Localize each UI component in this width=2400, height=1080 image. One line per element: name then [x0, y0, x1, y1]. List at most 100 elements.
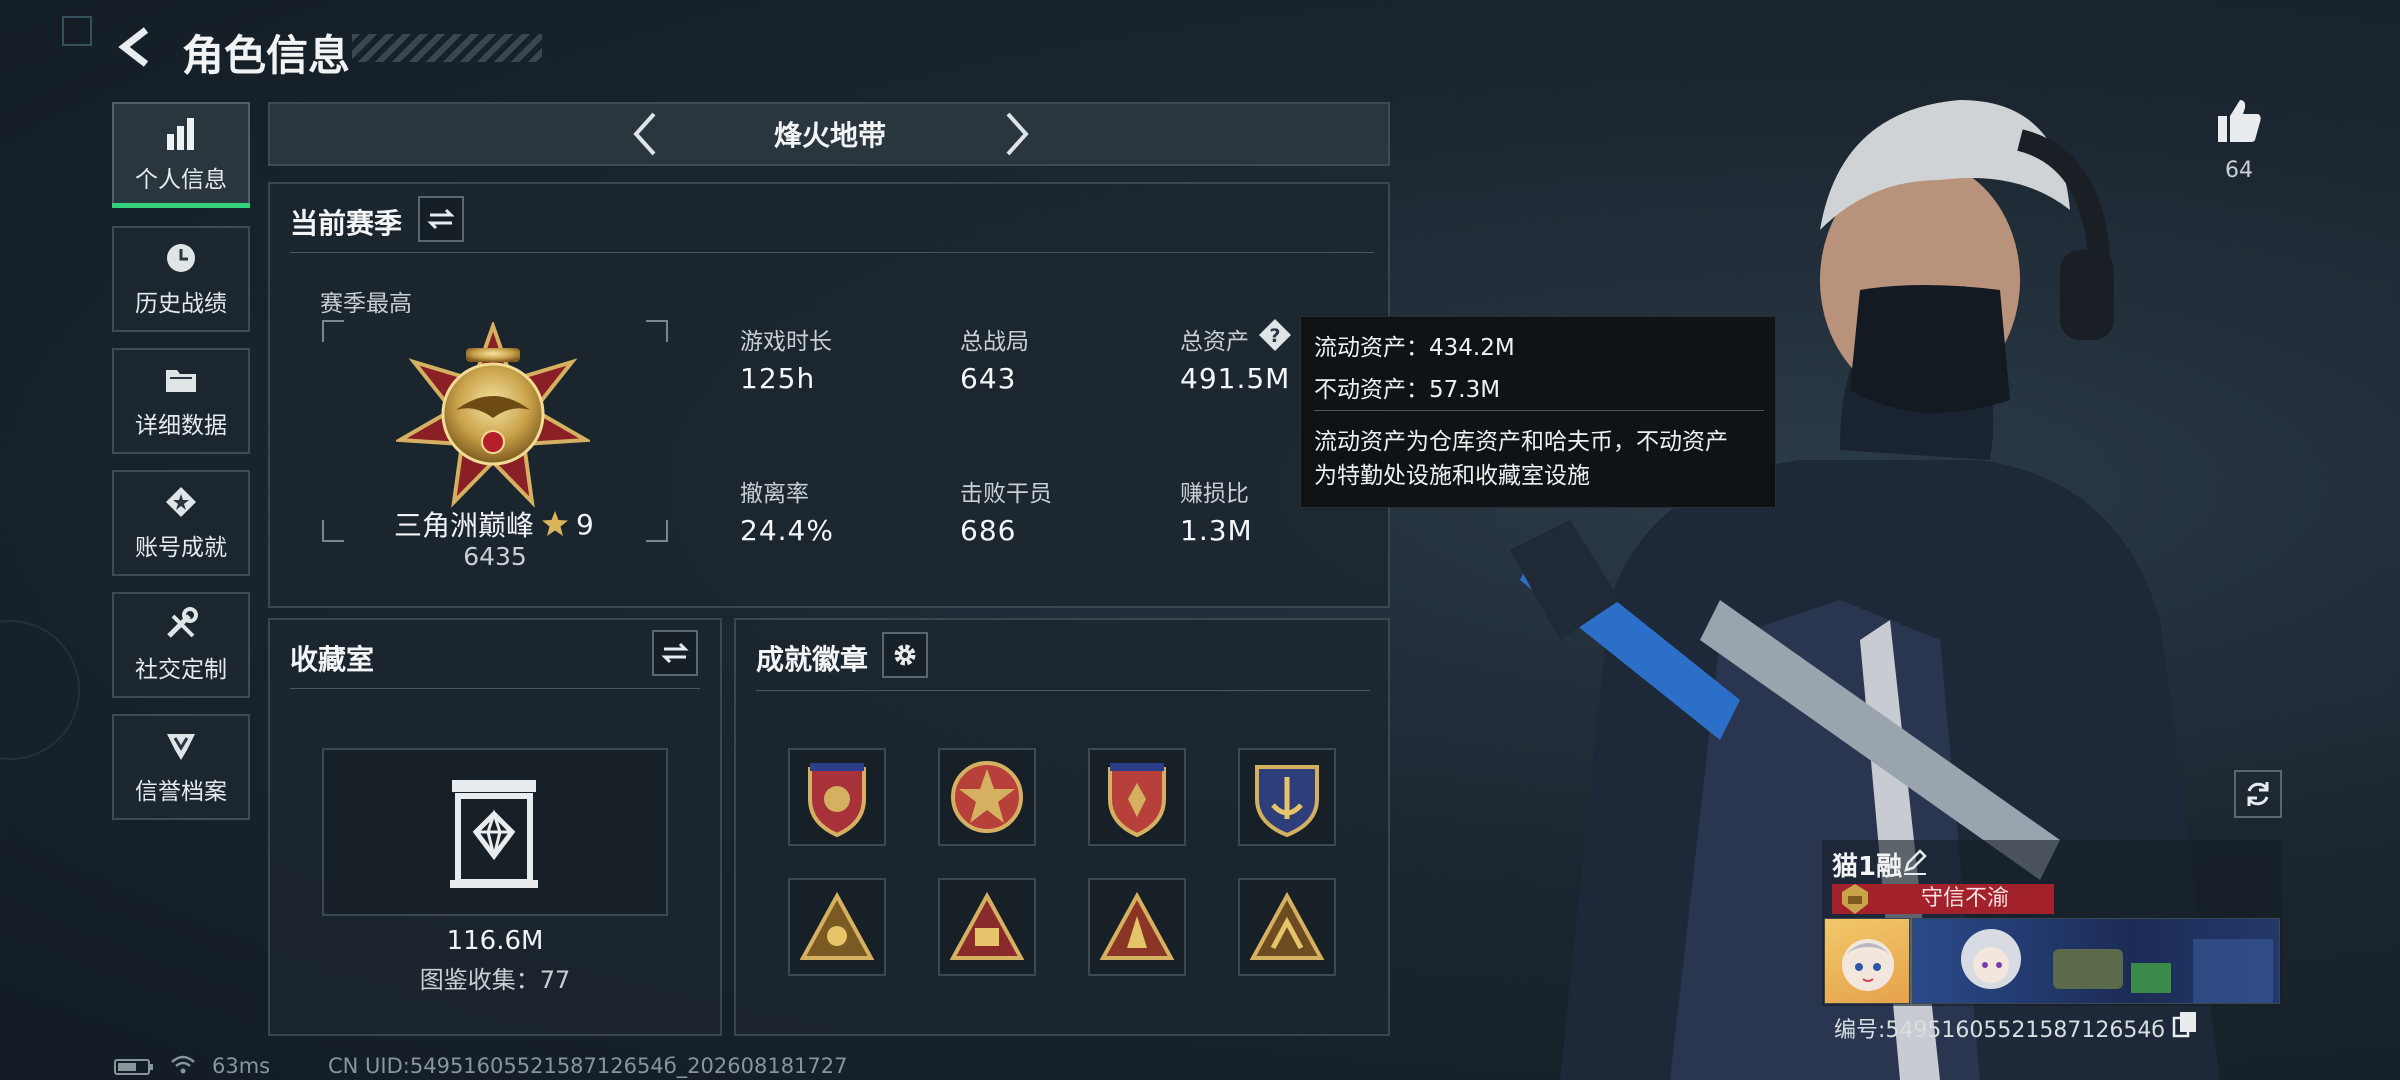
sidebar-item-details[interactable]: 详细数据 — [112, 348, 250, 454]
sidebar-item-achievements[interactable]: 账号成就 — [112, 470, 250, 576]
rank-emblem — [393, 319, 593, 512]
star-icon — [542, 511, 569, 536]
badge-tile[interactable] — [1088, 878, 1186, 976]
collection-title: 收藏室 — [290, 643, 375, 676]
badge-tile[interactable] — [1238, 878, 1336, 976]
player-id: 编号:5495160552158712654б — [1834, 1018, 2165, 1043]
sidebar-item-history[interactable]: 历史战绩 — [112, 226, 250, 332]
badge-tile[interactable] — [938, 748, 1036, 846]
shield-badge-icon — [808, 763, 866, 838]
badge-tile[interactable] — [788, 878, 886, 976]
rank-name: 三角洲巅峰 9 — [394, 504, 594, 544]
gear-icon — [894, 644, 916, 666]
rank-score: 6435 — [463, 542, 527, 571]
switch-arrows-icon — [427, 208, 455, 230]
refresh-icon — [2247, 782, 2269, 806]
collection-value: 116.6M — [446, 926, 544, 956]
tooltip-desc-line2: 为特勤处设施和收藏室设施 — [1314, 463, 1590, 489]
history-clock-icon — [167, 244, 195, 272]
frame-corner — [322, 520, 344, 542]
stat-label-playtime: 游戏时长 — [740, 329, 832, 355]
collection-vault-icon — [448, 776, 540, 890]
sidebar-item-credit[interactable]: 信誉档案 — [112, 714, 250, 820]
rank-stars: 9 — [576, 507, 594, 541]
badges-settings-button[interactable] — [882, 632, 928, 678]
svg-text:?: ? — [1269, 325, 1280, 347]
credit-emblem-icon — [1838, 882, 1872, 916]
prev-mode-button[interactable] — [626, 108, 666, 160]
stat-value-extract-rate: 24.4% — [740, 514, 834, 547]
banner-illustration — [1961, 929, 2273, 1003]
sidebar-item-social[interactable]: 社交定制 — [112, 592, 250, 698]
collection-switch-button[interactable] — [652, 630, 698, 676]
pencil-icon — [1904, 849, 1927, 875]
anchor-badge-icon — [1255, 765, 1319, 837]
stat-label-total-assets: 总资产 — [1180, 329, 1249, 355]
sidebar-item-label: 社交定制 — [135, 657, 227, 683]
shield-badge-icon — [1108, 763, 1166, 838]
tooltip-divider — [1314, 410, 1764, 411]
switch-arrows-icon — [661, 642, 689, 664]
stat-value-profit-ratio: 1.3M — [1180, 514, 1253, 547]
uid-text: CN UID:5495160552158712654б_202608181727 — [328, 1054, 848, 1078]
triangle-badge-icon — [1249, 892, 1325, 960]
stat-value-kills: 686 — [960, 514, 1017, 547]
next-mode-button[interactable] — [996, 108, 1036, 160]
page-title: 角色信息 — [182, 31, 351, 80]
stat-value-matches: 643 — [960, 362, 1017, 395]
wrench-icon — [167, 607, 198, 638]
chevron-right-icon — [1006, 112, 1029, 156]
badge-tile[interactable] — [1088, 748, 1186, 846]
badge-tile[interactable] — [938, 878, 1036, 976]
asset-help-icon[interactable]: ? — [1258, 318, 1292, 352]
sidebar-item-label: 信誉档案 — [135, 779, 227, 805]
divider — [290, 688, 700, 689]
like-button[interactable] — [2214, 96, 2264, 146]
sidebar-item-label: 账号成就 — [135, 535, 227, 561]
avatar[interactable] — [1824, 918, 1910, 1004]
stat-value-playtime: 125h — [740, 362, 816, 395]
badge-tile[interactable] — [788, 748, 886, 846]
bg-frame-square — [62, 16, 92, 46]
stat-label-kills: 击败干员 — [960, 481, 1052, 507]
chevron-left-icon — [633, 112, 656, 156]
badges-title: 成就徽章 — [756, 643, 869, 676]
rank-name-text: 三角洲巅峰 — [394, 509, 535, 542]
copy-icon — [2172, 1012, 2196, 1038]
bg-hud-circle — [0, 620, 80, 760]
battery-icon — [114, 1058, 154, 1076]
copy-id-button[interactable] — [2172, 1010, 2198, 1038]
edit-name-button[interactable] — [1900, 846, 1930, 876]
back-button[interactable] — [112, 22, 162, 72]
tooltip-fixed-assets: 不动资产：57.3M — [1314, 377, 1501, 403]
tooltip-desc-line1: 流动资产为仓库资产和哈夫币，不动资产 — [1314, 429, 1728, 455]
divider — [756, 690, 1370, 691]
mode-label: 烽火地带 — [773, 119, 886, 152]
triangle-badge-icon — [799, 892, 875, 960]
sidebar-item-label: 详细数据 — [135, 413, 227, 439]
badge-tile[interactable] — [1238, 748, 1336, 846]
season-switch-button[interactable] — [418, 196, 464, 242]
stat-value-total-assets: 491.5M — [1180, 362, 1291, 395]
divider — [290, 252, 1374, 253]
achievement-icon — [166, 487, 196, 517]
frame-corner — [322, 320, 344, 342]
credit-shield-icon — [167, 734, 195, 760]
bar-chart-icon — [167, 118, 194, 150]
collection-catalog: 图鉴收集：77 — [419, 966, 571, 994]
sidebar-item-personal-info[interactable]: 个人信息 — [112, 102, 250, 208]
rank-emblem-icon — [393, 319, 593, 508]
stat-label-extract-rate: 撤离率 — [740, 481, 809, 507]
folder-icon — [166, 370, 196, 392]
stat-label-profit-ratio: 赚损比 — [1180, 481, 1249, 507]
star-badge-icon — [951, 761, 1023, 833]
stat-label-matches: 总战局 — [960, 329, 1029, 355]
triangle-badge-icon — [1099, 892, 1175, 960]
frame-corner — [646, 520, 668, 542]
credit-title: 守信不渝 — [1920, 886, 2009, 911]
refresh-button[interactable] — [2234, 770, 2282, 818]
sidebar-item-label: 个人信息 — [135, 167, 227, 193]
player-name: 猫1融 — [1832, 852, 1903, 882]
triangle-badge-icon — [949, 892, 1025, 960]
like-count: 64 — [2225, 158, 2253, 183]
